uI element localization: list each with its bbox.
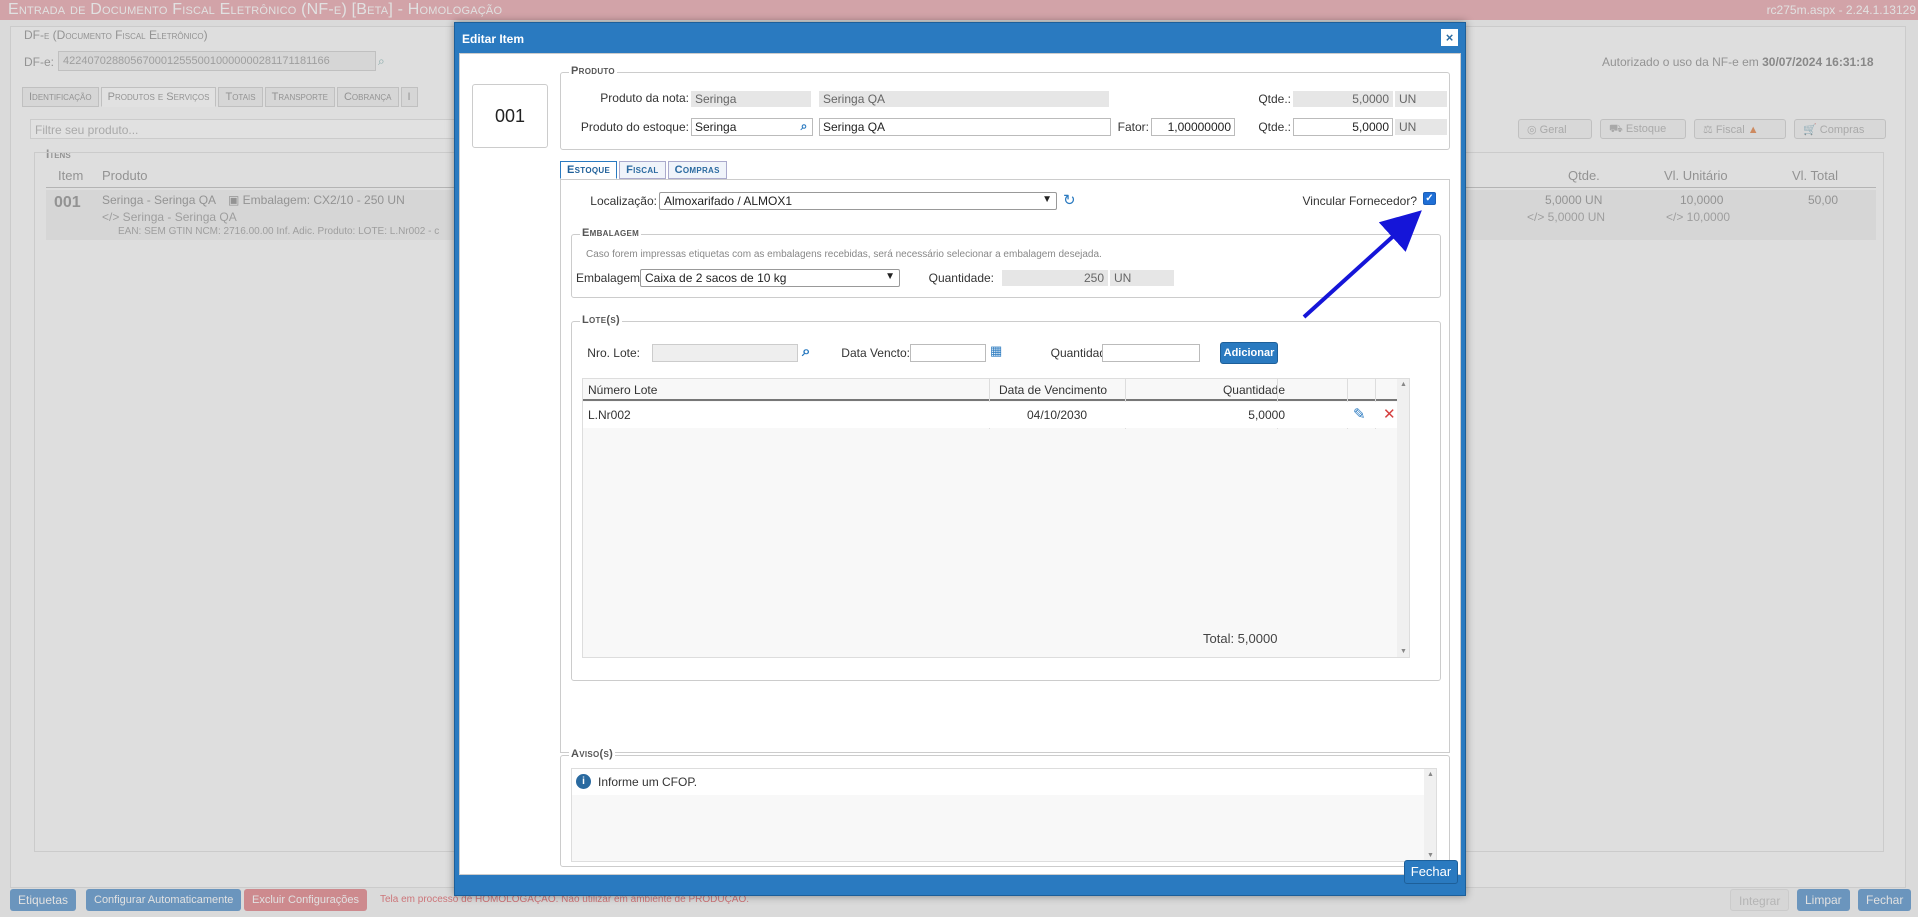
annotation-arrow: [1302, 210, 1422, 319]
